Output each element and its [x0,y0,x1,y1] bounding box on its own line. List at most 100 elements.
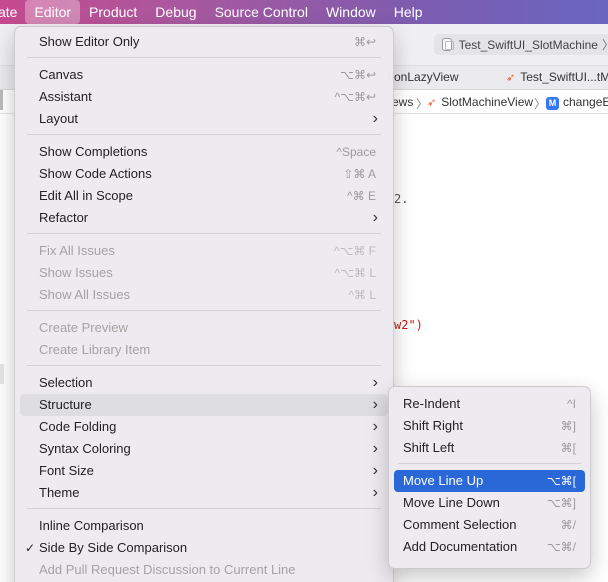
menu-item-shortcut: ^⌘ L [348,288,376,302]
chevron-right-icon: › [372,374,378,391]
jumpbar-segment-views[interactable]: ews [392,95,413,109]
jumpbar-segment-slotmachineview-label: SlotMachineView [441,95,534,109]
menu-item-selection[interactable]: Selection › [20,372,388,394]
chevron-right-icon: › [372,396,378,413]
menubar-item-navigate[interactable]: ate [0,0,25,24]
menu-item-label: Show Code Actions [39,166,152,181]
sidebar-edge [0,364,4,384]
menu-item-label: Show All Issues [39,287,131,302]
chevron-right-icon: › [372,209,378,226]
menubar-item-editor[interactable]: Editor [25,0,81,24]
menu-item-label: Inline Comparison [39,518,144,533]
menu-item-label: Comment Selection [403,517,517,532]
menu-item-fix-all-issues: Fix All Issues ^⌥⌘ F [20,240,388,262]
menu-item-label: Code Folding [39,419,117,434]
menu-item-label: Shift Left [403,440,455,455]
menubar-item-debug[interactable]: Debug [146,0,205,24]
menu-item-shortcut: ⌥⌘/ [546,540,576,554]
menu-bar: ate Editor Product Debug Source Control … [0,0,608,24]
menu-item-move-line-up[interactable]: Move Line Up ⌥⌘[ [394,470,585,492]
jumpbar-segment-method[interactable]: MchangeE [546,95,608,110]
method-icon: M [546,97,559,110]
jumpbar-segment-method-label: changeE [563,95,608,109]
menu-item-shortcut: ⌥⌘↩ [340,68,376,82]
chevron-right-icon: › [372,440,378,457]
menu-item-shortcut: ⌥⌘[ [546,474,576,488]
menu-item-label: Move Line Down [403,495,500,510]
menu-item-label: Selection [39,375,93,390]
menu-item-show-completions[interactable]: Show Completions ^Space [20,141,388,163]
app-icon [442,38,454,51]
editor-menu: Show Editor Only ⌘↩ Canvas ⌥⌘↩ Assistant… [14,26,394,582]
menu-item-edit-all-in-scope[interactable]: Edit All in Scope ^⌘ E [20,185,388,207]
menu-item-label: Canvas [39,67,84,82]
menu-separator [27,233,381,234]
menu-item-shortcut: ^⌥⌘ L [334,266,376,280]
menu-item-structure[interactable]: Structure › [20,394,388,416]
chevron-right-icon: › [372,110,378,127]
menu-item-label: Re-Indent [403,396,461,411]
menu-item-move-line-down[interactable]: Move Line Down ⌥⌘] [394,492,585,514]
jumpbar-segment-slotmachineview[interactable]: ➶ SlotMachineView [427,95,533,109]
tab-slot-machine[interactable]: ➶ Test_SwiftUI...tM [506,70,608,84]
menu-item-syntax-coloring[interactable]: Syntax Coloring › [20,438,388,460]
menu-item-show-code-actions[interactable]: Show Code Actions ⇧⌘ A [20,163,388,185]
menubar-item-help[interactable]: Help [385,0,432,24]
menu-item-label: Syntax Coloring [39,441,131,456]
menu-item-label: Show Issues [39,265,113,280]
menu-item-show-all-issues: Show All Issues ^⌘ L [20,284,388,306]
menu-item-shift-left[interactable]: Shift Left ⌘[ [394,437,585,459]
chevron-right-icon: › [372,418,378,435]
menu-item-shortcut: ⌘↩ [353,35,376,49]
menu-item-label: Create Preview [39,320,128,335]
sidebar-edge [0,90,3,110]
menu-item-add-pull-request-discussion: Add Pull Request Discussion to Current L… [20,559,388,581]
menu-item-refactor[interactable]: Refactor › [20,207,388,229]
menu-item-shortcut: ^I [567,397,576,411]
menu-item-assistant[interactable]: Assistant ^⌥⌘↩ [20,86,388,108]
menu-item-theme[interactable]: Theme › [20,482,388,504]
menu-item-label: Side By Side Comparison [39,540,188,555]
menubar-item-product[interactable]: Product [80,0,146,24]
menu-item-comment-selection[interactable]: Comment Selection ⌘/ [394,514,585,536]
menu-item-label: Layout [39,111,79,126]
menubar-item-source-control[interactable]: Source Control [206,0,317,24]
menu-separator [27,57,381,58]
menu-item-label: Move Line Up [403,473,484,488]
scheme-label: Test_SwiftUI_SlotMachine [458,37,598,52]
menu-item-label: Assistant [39,89,92,104]
menu-item-show-issues: Show Issues ^⌥⌘ L [20,262,388,284]
menu-separator [27,508,381,509]
menu-separator [27,310,381,311]
menu-item-shortcut: ⌘/ [560,518,576,532]
menu-item-add-documentation[interactable]: Add Documentation ⌥⌘/ [394,536,585,558]
menu-item-shortcut: ^⌥⌘↩ [334,90,376,104]
chevron-right-icon: › [372,462,378,479]
tab-slot-machine-label: Test_SwiftUI...tM [520,70,608,84]
menu-item-label: Create Library Item [39,342,151,357]
menu-item-inline-comparison[interactable]: Inline Comparison [20,515,388,537]
menu-item-create-library-item: Create Library Item [20,339,388,361]
menu-item-layout[interactable]: Layout › [20,108,388,130]
menu-item-shortcut: ⌘] [560,419,576,433]
menu-item-font-size[interactable]: Font Size › [20,460,388,482]
menu-item-side-by-side-comparison[interactable]: ✓ Side By Side Comparison [20,537,388,559]
menu-separator [27,134,381,135]
menubar-item-window[interactable]: Window [317,0,385,24]
menu-item-canvas[interactable]: Canvas ⌥⌘↩ [20,64,388,86]
menu-item-create-preview: Create Preview [20,317,388,339]
menu-item-label: Shift Right [403,418,463,433]
structure-submenu: Re-Indent ^I Shift Right ⌘] Shift Left ⌘… [388,386,591,569]
menu-item-show-editor-only[interactable]: Show Editor Only ⌘↩ [20,31,388,53]
menu-item-label: Theme [39,485,80,500]
tab-lazy-view[interactable]: tionLazyView [388,70,459,84]
scheme-selector[interactable]: Test_SwiftUI_SlotMachine 〉 [434,34,608,55]
menu-item-shift-right[interactable]: Shift Right ⌘] [394,415,585,437]
menu-item-re-indent[interactable]: Re-Indent ^I [394,393,585,415]
menu-item-label: Edit All in Scope [39,188,133,203]
chevron-right-icon: 〉 [602,36,608,53]
menu-item-label: Refactor [39,210,89,225]
menu-item-shortcut: ⌘[ [560,441,576,455]
checkmark-icon: ✓ [25,541,36,555]
menu-item-code-folding[interactable]: Code Folding › [20,416,388,438]
